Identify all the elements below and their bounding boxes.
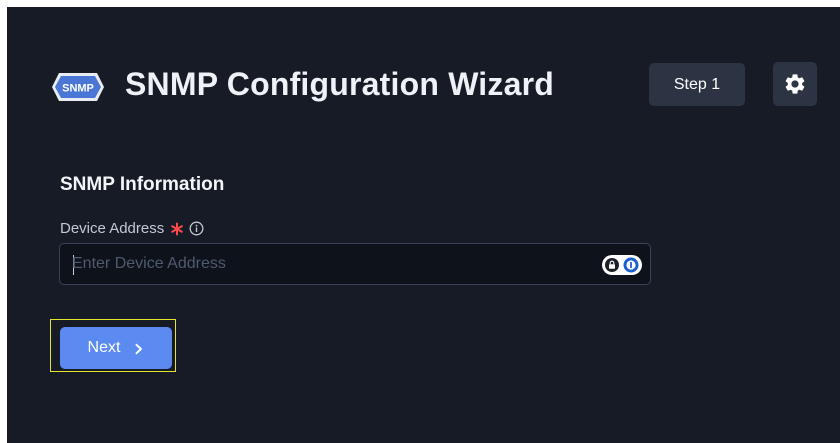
gear-icon — [783, 72, 807, 96]
wizard-panel: SNMP SNMP Configuration Wizard Step 1 SN… — [7, 7, 840, 443]
next-button[interactable]: Next — [60, 327, 172, 369]
info-icon[interactable] — [189, 221, 204, 236]
password-manager-badge[interactable] — [602, 255, 642, 275]
device-address-field[interactable] — [59, 243, 651, 285]
device-address-label-text: Device Address — [60, 220, 165, 237]
page-title: SNMP Configuration Wizard — [125, 66, 554, 102]
settings-button[interactable] — [773, 62, 817, 106]
device-address-input[interactable] — [72, 244, 592, 284]
device-address-label: Device Address — [60, 220, 204, 237]
svg-text:SNMP: SNMP — [62, 83, 94, 95]
chevron-right-icon — [134, 342, 144, 355]
step-badge: Step 1 — [649, 63, 745, 106]
password-manager-icon — [623, 257, 639, 273]
next-button-label: Next — [87, 339, 121, 356]
asterisk-icon — [170, 222, 184, 236]
snmp-logo: SNMP — [51, 70, 105, 104]
wizard-header: SNMP SNMP Configuration Wizard Step 1 — [7, 62, 840, 112]
section-title: SNMP Information — [60, 174, 225, 195]
lock-icon — [605, 258, 619, 272]
